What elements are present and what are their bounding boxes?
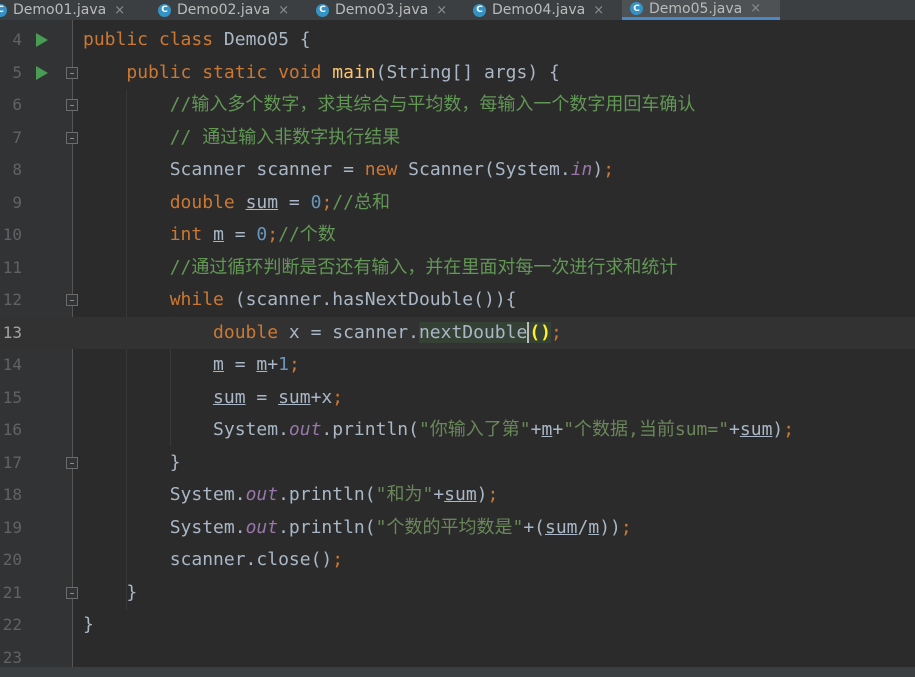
- line-number: 19: [2, 517, 22, 537]
- fold-icon[interactable]: [66, 99, 78, 111]
- code-line[interactable]: 11 //通过循环判断是否还有输入，并在里面对每一次进行求和统计: [0, 252, 915, 285]
- fold-icon[interactable]: [66, 131, 78, 144]
- java-class-icon: C: [316, 3, 329, 17]
- code-line[interactable]: 8 Scanner scanner = new Scanner(System.i…: [0, 154, 915, 187]
- close-icon[interactable]: ×: [278, 3, 289, 18]
- java-class-icon: C: [0, 3, 7, 17]
- line-number: 11: [2, 257, 22, 277]
- tab-demo04[interactable]: C Demo04.java ×: [465, 0, 604, 20]
- code-line[interactable]: 9 double sum = 0;//总和: [0, 187, 915, 220]
- tab-demo02[interactable]: C Demo02.java ×: [150, 0, 289, 20]
- horizontal-scrollbar[interactable]: [0, 667, 915, 677]
- line-number: 15: [2, 387, 22, 407]
- java-class-icon: C: [473, 3, 486, 17]
- fold-icon[interactable]: [66, 66, 78, 79]
- tab-label: Demo02.java: [177, 2, 271, 18]
- line-number: 20: [2, 550, 22, 569]
- tab-label: Demo05.java: [649, 0, 743, 17]
- line-number: 13: [2, 322, 22, 342]
- line-number: 5: [12, 62, 22, 82]
- close-icon[interactable]: ×: [750, 1, 761, 16]
- close-icon[interactable]: ×: [114, 3, 125, 18]
- code-line-current[interactable]: 13 double x = scanner.nextDouble ();: [0, 316, 915, 349]
- code-line[interactable]: 21 }: [0, 577, 915, 610]
- line-number: 4: [12, 30, 22, 49]
- matched-parens: (): [529, 321, 552, 343]
- line-number: 7: [12, 127, 22, 147]
- code-line[interactable]: 18 System.out.println("和为"+sum);: [0, 479, 915, 512]
- code-line[interactable]: 12 while (scanner.hasNextDouble()){: [0, 284, 915, 317]
- line-number: 9: [12, 192, 22, 212]
- close-icon[interactable]: ×: [593, 3, 604, 18]
- code-line[interactable]: 20 scanner.close();: [0, 544, 915, 577]
- fold-icon[interactable]: [66, 586, 78, 599]
- line-number: 10: [2, 225, 22, 244]
- tab-demo03[interactable]: C Demo03.java ×: [308, 0, 447, 20]
- code-line[interactable]: 5 public static void main(String[] args)…: [0, 57, 915, 90]
- line-number: 8: [12, 160, 22, 179]
- line-number: 21: [2, 582, 22, 602]
- line-number: 14: [2, 355, 22, 374]
- code-line[interactable]: 22 }: [0, 609, 915, 642]
- line-number: 12: [2, 290, 22, 309]
- line-number: 18: [2, 485, 22, 504]
- code-line[interactable]: 4 public class Demo05 {: [0, 24, 915, 57]
- code-line[interactable]: 15 sum = sum+x;: [0, 382, 915, 415]
- line-number: 6: [12, 95, 22, 114]
- editor-tab-bar: C Demo01.java × C Demo02.java × C Demo03…: [0, 0, 915, 20]
- java-class-icon: C: [630, 2, 643, 15]
- close-icon[interactable]: ×: [436, 3, 447, 18]
- code-line[interactable]: 17 }: [0, 447, 915, 480]
- code-line[interactable]: 6 //输入多个数字，求其综合与平均数，每输入一个数字用回车确认: [0, 89, 915, 122]
- line-number: 22: [2, 615, 22, 634]
- tab-label: Demo04.java: [492, 2, 586, 18]
- fold-icon[interactable]: [66, 456, 78, 469]
- line-number: 16: [2, 420, 22, 439]
- tab-demo01[interactable]: C Demo01.java ×: [0, 0, 125, 20]
- tab-label: Demo03.java: [335, 2, 429, 18]
- code-line[interactable]: 14 m = m+1;: [0, 349, 915, 382]
- code-line[interactable]: 19 System.out.println("个数的平均数是"+(sum/m))…: [0, 512, 915, 545]
- code-line[interactable]: 16 System.out.println("你输入了第"+m+"个数据,当前s…: [0, 414, 915, 447]
- code-line[interactable]: 10 int m = 0;//个数: [0, 219, 915, 252]
- code-line[interactable]: 7 // 通过输入非数字执行结果: [0, 122, 915, 155]
- java-class-icon: C: [158, 3, 171, 17]
- fold-icon[interactable]: [66, 294, 78, 306]
- run-icon[interactable]: [36, 33, 48, 47]
- run-icon[interactable]: [36, 65, 48, 80]
- tab-label: Demo01.java: [13, 2, 107, 18]
- tab-demo05[interactable]: C Demo05.java ×: [622, 0, 780, 20]
- line-number: 17: [2, 452, 22, 472]
